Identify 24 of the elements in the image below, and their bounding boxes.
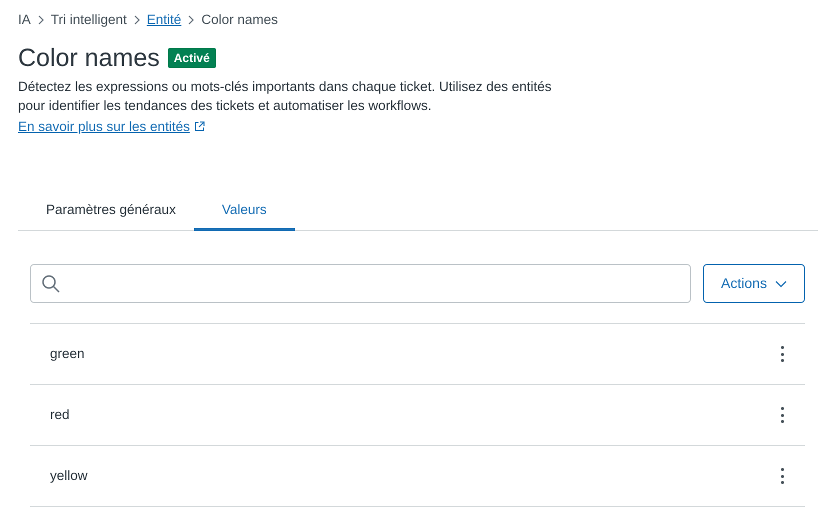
tab[interactable]: Paramètres généraux bbox=[28, 193, 194, 231]
description: Détectez les expressions ou mots-clés importants dans chaque ticket. Utilisez des entités pour identifier les tendances des tickets et automatiser les workflows. bbox=[18, 78, 552, 115]
value-name: red bbox=[50, 406, 70, 424]
breadcrumb-item: IA bbox=[18, 10, 31, 29]
value-name: green bbox=[50, 344, 85, 363]
value-name: yellow bbox=[50, 466, 88, 485]
chevron-icon bbox=[132, 15, 141, 25]
page-title: Color names bbox=[18, 43, 160, 73]
more-options-icon[interactable] bbox=[779, 468, 785, 484]
actions-button[interactable]: Actions bbox=[703, 264, 805, 303]
status-badge: Activé bbox=[168, 48, 216, 68]
tab[interactable]: Valeurs bbox=[194, 193, 295, 231]
breadcrumb-link[interactable]: Entité bbox=[146, 10, 182, 30]
chevron-icon bbox=[187, 15, 196, 25]
external-link-icon bbox=[194, 121, 205, 132]
search-icon bbox=[41, 274, 61, 294]
more-options-icon[interactable] bbox=[779, 346, 785, 362]
breadcrumb-item: Tri intelligent bbox=[50, 10, 127, 29]
more-options-icon[interactable] bbox=[779, 407, 785, 423]
chevron-icon bbox=[36, 15, 45, 25]
search-field[interactable] bbox=[30, 264, 691, 303]
breadcrumb-item: Color names bbox=[201, 10, 278, 29]
learn-more-link[interactable]: En savoir plus sur les entités bbox=[18, 117, 205, 136]
chevron-down-icon bbox=[774, 280, 787, 288]
